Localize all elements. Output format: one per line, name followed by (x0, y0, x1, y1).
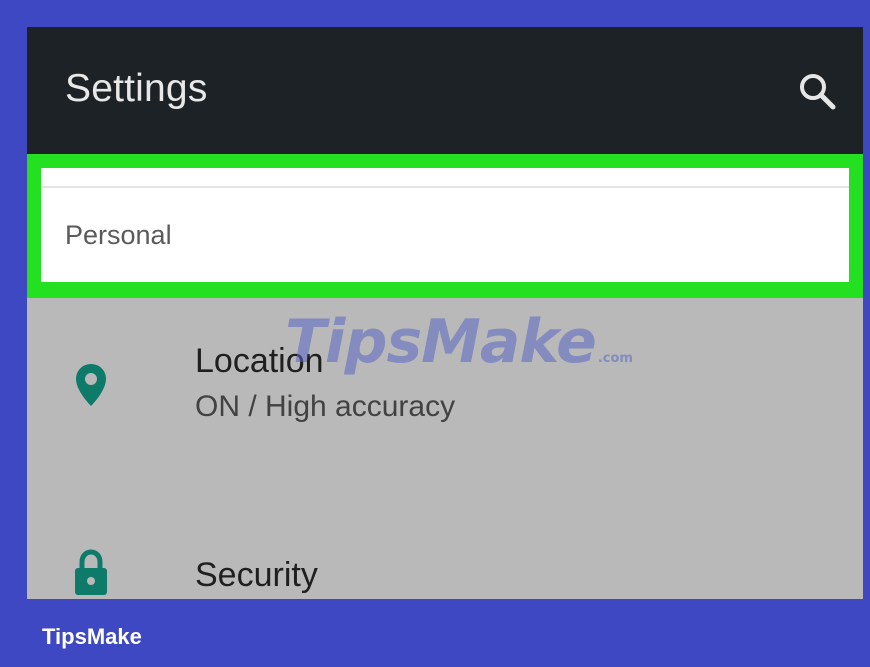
lock-icon (71, 548, 111, 598)
personal-section-header: Personal (41, 168, 849, 282)
settings-item-location[interactable]: Location ON / High accuracy (27, 298, 863, 448)
settings-item-security[interactable]: Security (27, 448, 863, 599)
app-bar: Settings (27, 27, 863, 154)
section-label-personal: Personal (65, 220, 172, 250)
location-pin-icon (71, 360, 111, 410)
search-icon (800, 74, 836, 110)
settings-item-title: Location (195, 342, 324, 380)
page-title: Settings (65, 67, 208, 110)
search-button[interactable] (791, 65, 843, 117)
settings-item-subtitle: ON / High accuracy (195, 390, 456, 423)
phone-screen: Settings Personal Location ON / High acc… (27, 27, 863, 599)
divider (41, 186, 849, 188)
brand-footer: TipsMake (42, 624, 142, 649)
settings-item-title: Security (195, 556, 318, 594)
personal-section-highlight: Personal (27, 154, 863, 298)
